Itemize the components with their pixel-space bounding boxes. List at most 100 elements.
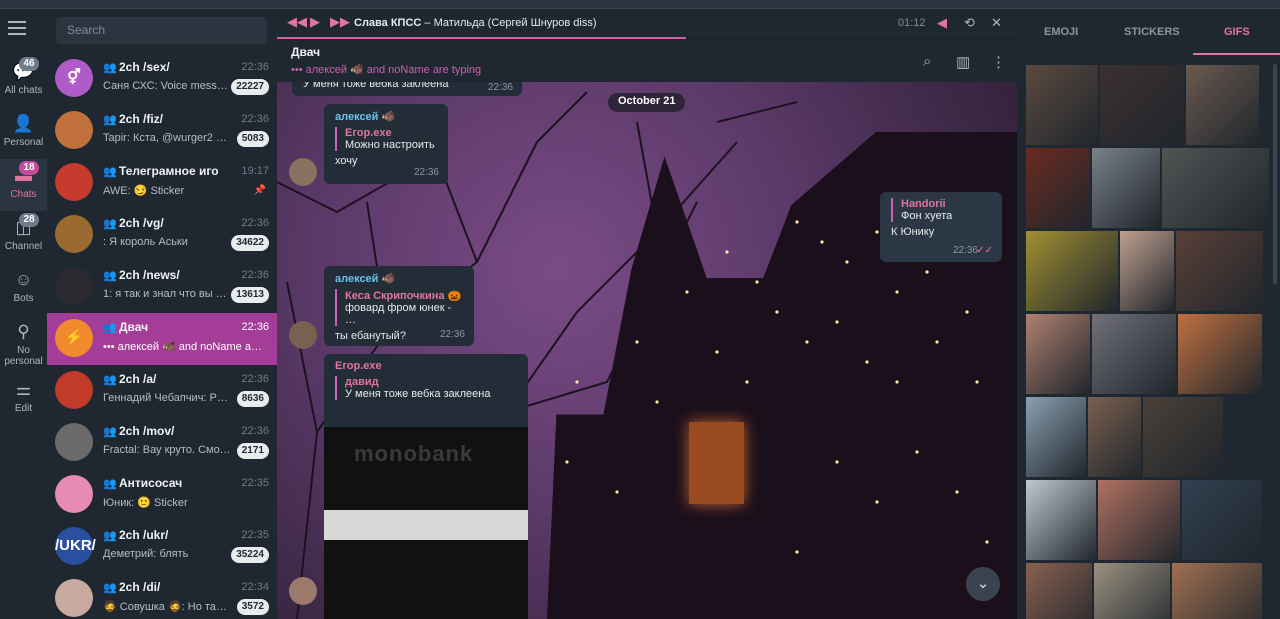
folder-edit[interactable]: ⚌ Edit: [0, 373, 47, 425]
gif-thumbnail[interactable]: [1120, 231, 1174, 311]
chat-list-item[interactable]: 👥 2ch /vg/22:36: Я король Аськи 34622: [47, 209, 277, 261]
avatar[interactable]: [289, 577, 317, 605]
play-icon[interactable]: ▶: [310, 14, 320, 30]
message-bubble[interactable]: алексей 🐗 Кеса Скрипочкина 🎃 фовард фром…: [324, 266, 474, 346]
active-tab-indicator: [1193, 53, 1280, 55]
chat-list-item[interactable]: 👥 2ch /mov/22:36 Fractal: Вау круто. Смот……: [47, 417, 277, 469]
group-icon: 👥: [103, 478, 117, 490]
gif-thumbnail[interactable]: [1186, 65, 1259, 145]
previous-track-icon[interactable]: ◀◀: [287, 14, 307, 30]
gif-thumbnail[interactable]: [1026, 563, 1092, 619]
sidebar-toggle-icon[interactable]: ▥: [956, 53, 970, 71]
tab-emoji[interactable]: EMOJI: [1044, 26, 1078, 38]
gif-thumbnail[interactable]: [1026, 65, 1098, 145]
chat-list-item[interactable]: 👥 2ch /fiz/22:36 Tapir: Кста, @wurger2 т… 5…: [47, 105, 277, 157]
more-menu-icon[interactable]: ⋮: [991, 53, 1006, 71]
chat-title: 👥 Антисосач: [103, 476, 183, 490]
group-icon: 👥: [103, 166, 117, 178]
chat-list-item[interactable]: 👥 Телеграмное иго 19:17 AWE: 😏 Sticker 📌: [47, 157, 277, 209]
message-time: 22:36: [952, 245, 978, 256]
next-track-icon[interactable]: ▶▶: [330, 14, 350, 30]
chat-preview: Саня СХС: Voice mess…: [103, 80, 228, 92]
gif-thumbnail[interactable]: [1143, 397, 1223, 477]
gif-thumbnail[interactable]: [1026, 480, 1096, 560]
window-title-bar: [0, 0, 1280, 9]
chat-preview: Fractal: Вау круто. Смот…: [103, 444, 231, 456]
chat-title: 👥 Телеграмное иго: [103, 164, 219, 178]
typing-status: ••• алексей 🐗 and noName are typing: [291, 64, 482, 76]
avatar[interactable]: [289, 321, 317, 349]
reply-quote[interactable]: давид У меня тоже вебка заклеена: [335, 376, 517, 400]
folder-no-personal[interactable]: ⚲ No personal: [0, 315, 47, 373]
menu-icon[interactable]: [8, 21, 28, 37]
repeat-icon[interactable]: ⟲: [964, 15, 975, 31]
message-bubble[interactable]: алексей 🐗 Eгор.exe Можно настроить хочу …: [324, 104, 448, 184]
unread-badge: 28: [19, 213, 39, 227]
chat-title: 👥 2ch /sex/: [103, 60, 170, 74]
tab-gifs[interactable]: GIFS: [1224, 26, 1250, 38]
message-photo[interactable]: monobank: [324, 427, 528, 619]
chat-list-item[interactable]: 👥 2ch /di/22:34 🧔 Совушка 🧔: Но там… 3572: [47, 573, 277, 619]
search-input[interactable]: Search: [56, 17, 267, 44]
music-player: ◀◀ ▶ ▶▶ Слава КПСС – Матильда (Сергей Шн…: [277, 9, 1017, 38]
tab-stickers[interactable]: STICKERS: [1124, 26, 1180, 38]
message-sender: алексей 🐗: [335, 273, 396, 285]
gif-thumbnail[interactable]: [1098, 480, 1180, 560]
pin-icon: 📌: [253, 185, 266, 196]
chat-title: 👥 Двач: [103, 320, 149, 334]
avatar: /UKR/: [55, 527, 96, 565]
gif-thumbnail[interactable]: [1092, 314, 1176, 394]
chat-title[interactable]: Двач: [291, 45, 320, 59]
gif-thumbnail[interactable]: [1088, 397, 1141, 477]
chat-preview: : Я король Аськи: [103, 236, 188, 248]
reply-quote[interactable]: Кеса Скрипочкина 🎃 фовард фром юнек - …: [335, 289, 463, 326]
gif-thumbnail[interactable]: [1182, 480, 1262, 560]
search-icon[interactable]: ⌕: [923, 53, 931, 70]
gif-thumbnail[interactable]: [1100, 65, 1184, 145]
message-text: хочу: [335, 155, 358, 167]
gif-thumbnail[interactable]: [1172, 563, 1262, 619]
chat-list-item[interactable]: /UKR/ 👥 2ch /ukr/22:35 Деметрий: блять 35224: [47, 521, 277, 573]
chat-time: 22:36: [241, 217, 269, 229]
folder-label: Chats: [10, 189, 37, 200]
folder-all-chats[interactable]: 46 💬 All chats: [0, 55, 47, 107]
gif-thumbnail[interactable]: [1092, 148, 1160, 228]
chat-list-item[interactable]: ⚥ 👥 2ch /sex/22:36 Саня СХС: Voice mess… 222…: [47, 53, 277, 105]
message-bubble-outgoing[interactable]: Handorii Фон хуета К Юнику 22:36 ✓✓: [880, 192, 1002, 262]
unread-badge: 18: [19, 161, 39, 175]
folder-bots[interactable]: ☺ Bots: [0, 263, 47, 315]
panel-scrollbar[interactable]: [1273, 64, 1277, 284]
gif-thumbnail[interactable]: [1176, 231, 1263, 311]
reply-quote[interactable]: Eгор.exe Можно настроить: [335, 127, 437, 151]
scroll-down-button[interactable]: ⌄: [966, 567, 1000, 601]
gif-thumbnail[interactable]: [1026, 231, 1118, 311]
gif-thumbnail[interactable]: [1178, 314, 1262, 394]
message-bubble[interactable]: У меня тоже вебка заклеена 22:36: [292, 82, 522, 96]
chat-list-item[interactable]: 👥 Антисосач 22:35 Юник: 🙂 Sticker: [47, 469, 277, 521]
unread-badge: 2171: [236, 443, 269, 459]
folder-chats[interactable]: 18 ▬ Chats: [0, 159, 47, 211]
chat-list-item[interactable]: 👥 2ch /a/22:36 Геннадий Чебапчич: Р… 8636: [47, 365, 277, 417]
message-bubble[interactable]: Eгор.exe давид У меня тоже вебка заклеен…: [324, 354, 528, 428]
volume-icon[interactable]: ◀: [937, 15, 947, 31]
folder-personal[interactable]: 👤 Personal: [0, 107, 47, 159]
gif-thumbnail[interactable]: [1094, 563, 1170, 619]
close-icon[interactable]: ✕: [991, 15, 1002, 31]
folder-channel[interactable]: 28 ◫ Channel: [0, 211, 47, 263]
gif-thumbnail[interactable]: [1026, 148, 1090, 228]
message-text: К Юнику: [891, 226, 935, 238]
group-icon: 👥: [103, 218, 117, 230]
gif-thumbnail[interactable]: [1026, 397, 1086, 477]
avatar: [55, 215, 93, 253]
gif-thumbnail[interactable]: [1026, 314, 1090, 394]
chat-preview: 1: я так и знал что вы …: [103, 288, 227, 300]
chat-list-item[interactable]: ⚡ 👥 Двач 22:36 ••• алексей 🐗 and noName a…: [47, 313, 277, 365]
gif-thumbnail[interactable]: [1162, 148, 1269, 228]
avatar[interactable]: [289, 158, 317, 186]
chat-title: 👥 2ch /di/: [103, 580, 161, 594]
reply-quote[interactable]: Handorii Фон хуета: [891, 198, 991, 222]
chat-time: 22:34: [241, 581, 269, 593]
message-text: ты ебанутый?: [335, 330, 406, 342]
chat-time: 19:17: [241, 165, 269, 177]
chat-list-item[interactable]: 👥 2ch /news/22:36 1: я так и знал что вы ……: [47, 261, 277, 313]
